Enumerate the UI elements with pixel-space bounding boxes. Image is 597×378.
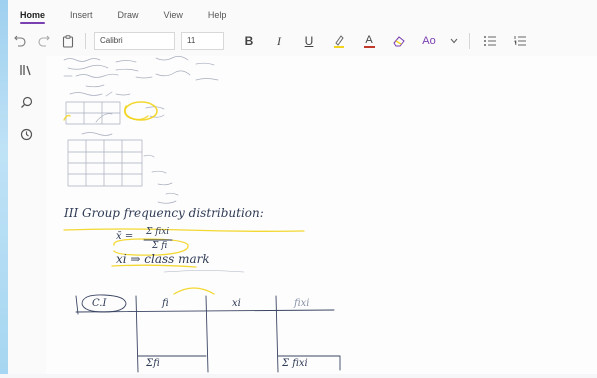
table-header-fi: fi [162, 298, 169, 309]
numbered-list-button[interactable] [505, 30, 535, 52]
table-header-xi: xi [232, 298, 241, 309]
table-header-fixi: fixi [294, 298, 310, 309]
font-name-input[interactable]: Calibri [94, 32, 175, 50]
clipboard-button[interactable] [56, 30, 80, 52]
recent-button[interactable] [15, 124, 37, 144]
recent-icon [20, 128, 32, 140]
table-footer-sum-fixi: Σ fixi [282, 358, 308, 369]
font-color-button[interactable]: A [354, 30, 384, 52]
search-icon [20, 96, 32, 108]
navigation-sidebar [8, 56, 44, 378]
notebooks-icon [20, 65, 31, 76]
undo-button[interactable] [8, 30, 32, 52]
redo-icon [38, 35, 50, 47]
font-size-input[interactable]: 11 [181, 32, 224, 50]
note-page[interactable]: III Group frequency distribution: x̄ = Σ… [46, 56, 597, 374]
highlight-stroke [123, 105, 149, 121]
home-toolbar: Calibri 11 B I U A Ao [8, 28, 597, 54]
dropdown-icon [450, 38, 458, 44]
toolbar-divider [469, 33, 470, 49]
toolbar-divider [85, 33, 86, 49]
numbered-list-icon [514, 36, 526, 46]
italic-button[interactable]: I [264, 34, 294, 49]
menu-bar: Home Insert Draw View Help [8, 0, 597, 26]
formula-denominator: Σ fi [152, 241, 168, 251]
eraser-icon [393, 36, 405, 47]
class-mark-note: xi ⇒ class mark [116, 252, 210, 266]
styles-dropdown[interactable] [444, 30, 464, 52]
highlight-button[interactable] [324, 30, 354, 52]
faint-notes [63, 56, 219, 204]
highlighter-icon [334, 35, 344, 48]
undo-icon [14, 35, 26, 47]
formula-numerator: Σ fixi [146, 227, 170, 237]
bullet-list-icon [484, 36, 496, 46]
redo-button[interactable] [32, 30, 56, 52]
onenote-window: Home Insert Draw View Help Calibri 11 B … [8, 0, 597, 374]
bullet-list-button[interactable] [475, 30, 505, 52]
section-heading: III Group frequency distribution: [64, 206, 264, 220]
eraser-button[interactable] [384, 30, 414, 52]
highlight-circle [124, 101, 158, 121]
notebooks-button[interactable] [15, 60, 37, 80]
search-button[interactable] [15, 92, 37, 112]
styles-button[interactable]: Ao [414, 30, 444, 52]
bold-button[interactable]: B [234, 34, 264, 48]
table-header-ci: C.I [92, 298, 107, 309]
tab-view[interactable]: View [152, 10, 196, 26]
formula-lhs: x̄ = [116, 231, 134, 242]
font-color-icon: A [363, 33, 375, 48]
tab-home[interactable]: Home [8, 10, 58, 26]
tab-insert[interactable]: Insert [58, 10, 106, 26]
clipboard-icon [62, 34, 74, 48]
table-footer-sum-fi: Σfi [146, 358, 160, 369]
heading-underline [63, 228, 305, 232]
tab-help[interactable]: Help [196, 10, 240, 26]
underline-button[interactable]: U [294, 34, 324, 48]
tab-draw[interactable]: Draw [106, 10, 152, 26]
